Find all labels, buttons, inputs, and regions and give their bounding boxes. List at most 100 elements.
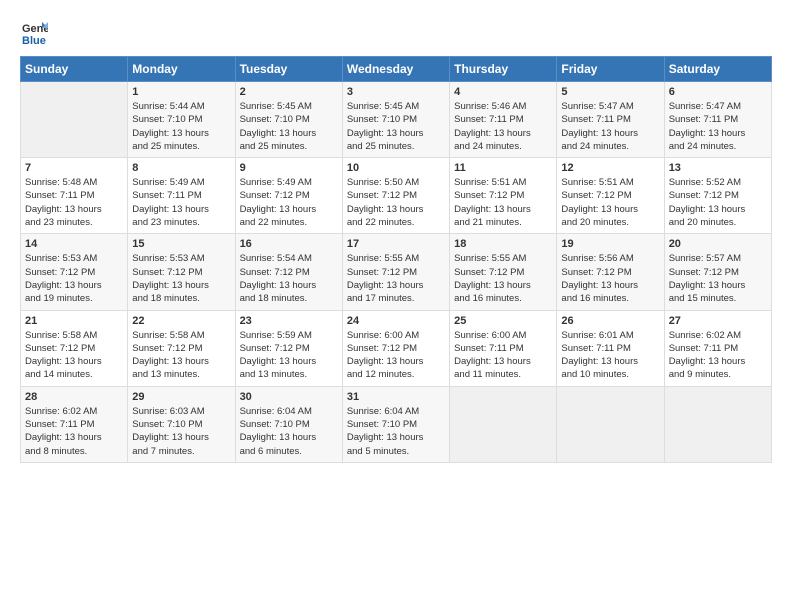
svg-text:Blue: Blue (22, 35, 46, 46)
calendar-cell: 20 Sunrise: 5:57 AMSunset: 7:12 PMDayligh… (664, 234, 771, 310)
calendar-week-row: 1 Sunrise: 5:44 AMSunset: 7:10 PMDaylight… (21, 82, 772, 158)
day-info: Sunrise: 5:55 AMSunset: 7:12 PMDaylight:… (454, 252, 552, 305)
calendar-cell: 28 Sunrise: 6:02 AMSunset: 7:11 PMDayligh… (21, 386, 128, 462)
day-info: Sunrise: 5:49 AMSunset: 7:11 PMDaylight:… (132, 176, 230, 229)
header-row: SundayMondayTuesdayWednesdayThursdayFrid… (21, 57, 772, 82)
day-number: 17 (347, 238, 445, 250)
day-number: 15 (132, 238, 230, 250)
day-number: 28 (25, 391, 123, 403)
calendar-cell: 10 Sunrise: 5:50 AMSunset: 7:12 PMDayligh… (342, 158, 449, 234)
calendar-cell: 19 Sunrise: 5:56 AMSunset: 7:12 PMDayligh… (557, 234, 664, 310)
day-info: Sunrise: 5:58 AMSunset: 7:12 PMDaylight:… (132, 329, 230, 382)
calendar-cell: 31 Sunrise: 6:04 AMSunset: 7:10 PMDayligh… (342, 386, 449, 462)
day-info: Sunrise: 6:00 AMSunset: 7:11 PMDaylight:… (454, 329, 552, 382)
day-info: Sunrise: 5:48 AMSunset: 7:11 PMDaylight:… (25, 176, 123, 229)
day-number: 21 (25, 315, 123, 327)
calendar-cell (450, 386, 557, 462)
calendar-cell (21, 82, 128, 158)
day-number: 4 (454, 86, 552, 98)
day-info: Sunrise: 5:56 AMSunset: 7:12 PMDaylight:… (561, 252, 659, 305)
day-number: 2 (240, 86, 338, 98)
calendar-page: General Blue SundayMondayTuesdayWednesda… (0, 0, 792, 612)
day-info: Sunrise: 5:46 AMSunset: 7:11 PMDaylight:… (454, 100, 552, 153)
day-number: 11 (454, 162, 552, 174)
calendar-cell: 26 Sunrise: 6:01 AMSunset: 7:11 PMDayligh… (557, 310, 664, 386)
header: General Blue (20, 18, 772, 46)
day-number: 20 (669, 238, 767, 250)
calendar-week-row: 14 Sunrise: 5:53 AMSunset: 7:12 PMDayligh… (21, 234, 772, 310)
day-info: Sunrise: 5:47 AMSunset: 7:11 PMDaylight:… (561, 100, 659, 153)
day-info: Sunrise: 5:53 AMSunset: 7:12 PMDaylight:… (25, 252, 123, 305)
calendar-week-row: 7 Sunrise: 5:48 AMSunset: 7:11 PMDaylight… (21, 158, 772, 234)
calendar-week-row: 28 Sunrise: 6:02 AMSunset: 7:11 PMDayligh… (21, 386, 772, 462)
day-info: Sunrise: 6:02 AMSunset: 7:11 PMDaylight:… (25, 405, 123, 458)
day-info: Sunrise: 5:44 AMSunset: 7:10 PMDaylight:… (132, 100, 230, 153)
day-number: 13 (669, 162, 767, 174)
calendar-cell: 27Sunrise: 6:02 AMSunset: 7:11 PMDayligh… (664, 310, 771, 386)
day-info: Sunrise: 5:52 AMSunset: 7:12 PMDaylight:… (669, 176, 767, 229)
day-number: 19 (561, 238, 659, 250)
calendar-cell: 6 Sunrise: 5:47 AMSunset: 7:11 PMDaylight… (664, 82, 771, 158)
calendar-cell: 9Sunrise: 5:49 AMSunset: 7:12 PMDaylight… (235, 158, 342, 234)
calendar-cell: 29Sunrise: 6:03 AMSunset: 7:10 PMDayligh… (128, 386, 235, 462)
calendar-cell: 3 Sunrise: 5:45 AMSunset: 7:10 PMDaylight… (342, 82, 449, 158)
day-number: 29 (132, 391, 230, 403)
day-number: 22 (132, 315, 230, 327)
day-number: 23 (240, 315, 338, 327)
day-number: 12 (561, 162, 659, 174)
calendar-cell: 12Sunrise: 5:51 AMSunset: 7:12 PMDayligh… (557, 158, 664, 234)
calendar-body: 1 Sunrise: 5:44 AMSunset: 7:10 PMDaylight… (21, 82, 772, 463)
day-number: 26 (561, 315, 659, 327)
day-number: 31 (347, 391, 445, 403)
day-info: Sunrise: 6:00 AMSunset: 7:12 PMDaylight:… (347, 329, 445, 382)
day-info: Sunrise: 5:54 AMSunset: 7:12 PMDaylight:… (240, 252, 338, 305)
logo-icon: General Blue (20, 18, 48, 46)
header-cell: Wednesday (342, 57, 449, 82)
day-info: Sunrise: 5:47 AMSunset: 7:11 PMDaylight:… (669, 100, 767, 153)
day-number: 9 (240, 162, 338, 174)
day-info: Sunrise: 6:04 AMSunset: 7:10 PMDaylight:… (347, 405, 445, 458)
day-number: 3 (347, 86, 445, 98)
header-cell: Sunday (21, 57, 128, 82)
day-info: Sunrise: 5:50 AMSunset: 7:12 PMDaylight:… (347, 176, 445, 229)
calendar-cell: 30 Sunrise: 6:04 AMSunset: 7:10 PMDayligh… (235, 386, 342, 462)
calendar-cell: 25 Sunrise: 6:00 AMSunset: 7:11 PMDayligh… (450, 310, 557, 386)
header-cell: Monday (128, 57, 235, 82)
calendar-cell: 23Sunrise: 5:59 AMSunset: 7:12 PMDayligh… (235, 310, 342, 386)
day-number: 14 (25, 238, 123, 250)
day-number: 24 (347, 315, 445, 327)
logo: General Blue (20, 18, 52, 46)
calendar-cell: 8 Sunrise: 5:49 AMSunset: 7:11 PMDaylight… (128, 158, 235, 234)
calendar-cell: 5 Sunrise: 5:47 AMSunset: 7:11 PMDaylight… (557, 82, 664, 158)
calendar-cell: 15 Sunrise: 5:53 AMSunset: 7:12 PMDayligh… (128, 234, 235, 310)
day-number: 1 (132, 86, 230, 98)
calendar-cell: 7 Sunrise: 5:48 AMSunset: 7:11 PMDaylight… (21, 158, 128, 234)
day-info: Sunrise: 5:55 AMSunset: 7:12 PMDaylight:… (347, 252, 445, 305)
day-number: 16 (240, 238, 338, 250)
day-info: Sunrise: 6:01 AMSunset: 7:11 PMDaylight:… (561, 329, 659, 382)
header-cell: Tuesday (235, 57, 342, 82)
day-info: Sunrise: 6:02 AMSunset: 7:11 PMDaylight:… (669, 329, 767, 382)
day-number: 30 (240, 391, 338, 403)
day-number: 8 (132, 162, 230, 174)
day-number: 10 (347, 162, 445, 174)
calendar-week-row: 21 Sunrise: 5:58 AMSunset: 7:12 PMDayligh… (21, 310, 772, 386)
header-cell: Saturday (664, 57, 771, 82)
day-number: 25 (454, 315, 552, 327)
day-number: 6 (669, 86, 767, 98)
calendar-cell: 13 Sunrise: 5:52 AMSunset: 7:12 PMDayligh… (664, 158, 771, 234)
calendar-cell (664, 386, 771, 462)
day-info: Sunrise: 5:58 AMSunset: 7:12 PMDaylight:… (25, 329, 123, 382)
day-info: Sunrise: 5:53 AMSunset: 7:12 PMDaylight:… (132, 252, 230, 305)
calendar-cell: 21 Sunrise: 5:58 AMSunset: 7:12 PMDayligh… (21, 310, 128, 386)
day-info: Sunrise: 5:45 AMSunset: 7:10 PMDaylight:… (240, 100, 338, 153)
day-info: Sunrise: 5:57 AMSunset: 7:12 PMDaylight:… (669, 252, 767, 305)
day-info: Sunrise: 6:04 AMSunset: 7:10 PMDaylight:… (240, 405, 338, 458)
calendar-cell: 11Sunrise: 5:51 AMSunset: 7:12 PMDayligh… (450, 158, 557, 234)
day-info: Sunrise: 5:45 AMSunset: 7:10 PMDaylight:… (347, 100, 445, 153)
calendar-cell: 14 Sunrise: 5:53 AMSunset: 7:12 PMDayligh… (21, 234, 128, 310)
calendar-cell: 16 Sunrise: 5:54 AMSunset: 7:12 PMDayligh… (235, 234, 342, 310)
calendar-cell: 17 Sunrise: 5:55 AMSunset: 7:12 PMDayligh… (342, 234, 449, 310)
day-number: 5 (561, 86, 659, 98)
day-number: 7 (25, 162, 123, 174)
